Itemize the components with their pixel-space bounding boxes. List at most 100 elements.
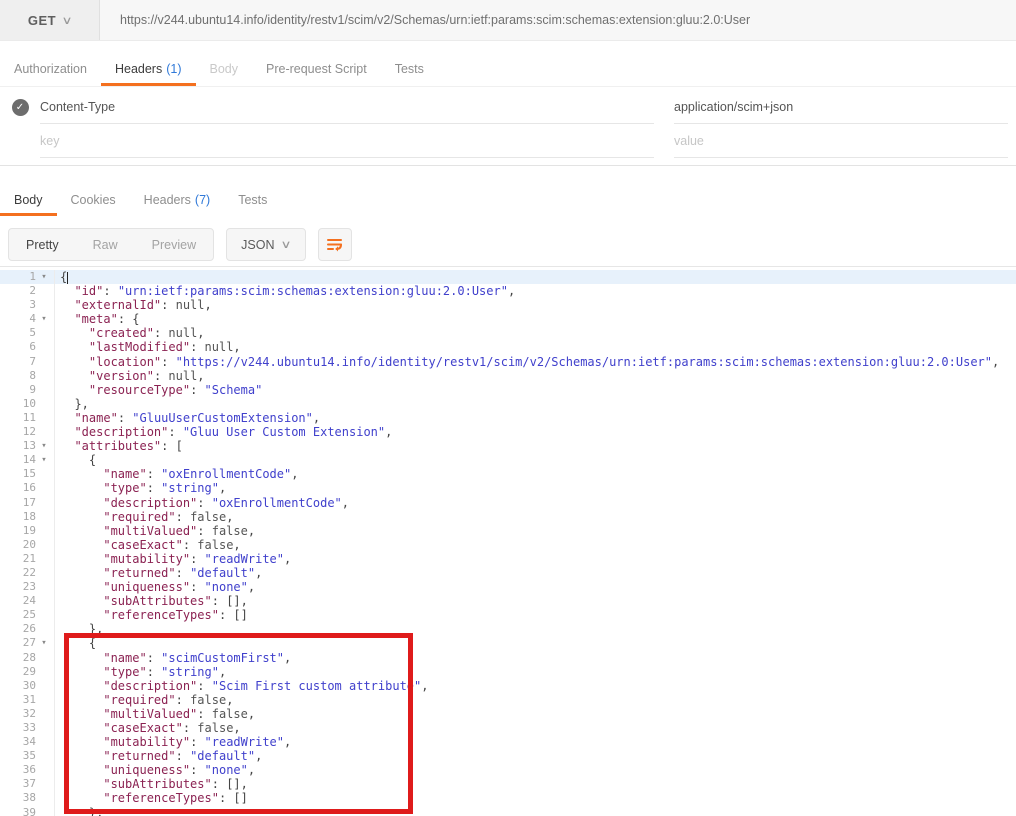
fold-spacer	[36, 651, 52, 665]
code-line: 14▾ {	[0, 453, 1016, 467]
code-line: 24 "subAttributes": [],	[0, 594, 1016, 608]
code-line: 26 },	[0, 622, 1016, 636]
header-key-input-empty[interactable]	[40, 134, 654, 148]
fold-spacer	[36, 369, 52, 383]
wrap-text-button[interactable]	[318, 228, 352, 261]
line-number: 13	[0, 439, 36, 453]
gutter: 19	[0, 524, 55, 538]
code-text: {	[55, 636, 96, 650]
gutter: 31	[0, 693, 55, 707]
language-select[interactable]: JSON ∨	[226, 228, 305, 261]
tab-request-headers[interactable]: Headers (1)	[101, 54, 196, 86]
tab-response-cookies[interactable]: Cookies	[57, 186, 130, 216]
tab-request-tests[interactable]: Tests	[381, 54, 438, 86]
fold-spacer	[36, 524, 52, 538]
code-text: "created": null,	[55, 326, 205, 340]
code-line: 8 "version": null,	[0, 369, 1016, 383]
tab-request-body[interactable]: Body	[196, 54, 253, 86]
chevron-down-icon: ∨	[61, 14, 72, 27]
fold-arrow-icon[interactable]: ▾	[36, 439, 52, 453]
header-value-input-empty[interactable]	[674, 134, 1008, 148]
fold-spacer	[36, 510, 52, 524]
line-number: 29	[0, 665, 36, 679]
line-number: 25	[0, 608, 36, 622]
fold-spacer	[36, 735, 52, 749]
tab-label: Headers	[144, 193, 191, 207]
method-label: GET	[28, 13, 56, 28]
code-text: "mutability": "readWrite",	[55, 552, 291, 566]
code-text: "required": false,	[55, 510, 233, 524]
fold-spacer	[36, 566, 52, 580]
gutter: 22	[0, 566, 55, 580]
code-line: 31 "required": false,	[0, 693, 1016, 707]
tab-count-badge: (1)	[166, 62, 181, 76]
fold-spacer	[36, 411, 52, 425]
check-icon[interactable]: ✓	[12, 99, 29, 116]
tab-response-tests[interactable]: Tests	[224, 186, 281, 216]
header-value-input[interactable]	[674, 100, 1008, 114]
tab-request-pre-request-script[interactable]: Pre-request Script	[252, 54, 381, 86]
gutter: 6	[0, 340, 55, 354]
code-text: "referenceTypes": []	[55, 608, 248, 622]
line-number: 35	[0, 749, 36, 763]
code-line: 19 "multiValued": false,	[0, 524, 1016, 538]
fold-spacer	[36, 326, 52, 340]
tab-request-authorization[interactable]: Authorization	[0, 54, 101, 86]
fold-spacer	[36, 777, 52, 791]
code-text: "returned": "default",	[55, 566, 262, 580]
tab-response-headers[interactable]: Headers(7)	[130, 186, 225, 216]
code-text: "lastModified": null,	[55, 340, 241, 354]
code-text: "multiValued": false,	[55, 524, 255, 538]
url-input[interactable]	[100, 0, 1016, 40]
code-text: "version": null,	[55, 369, 205, 383]
gutter: 27▾	[0, 636, 55, 650]
gutter: 36	[0, 763, 55, 777]
line-number: 12	[0, 425, 36, 439]
view-button-preview[interactable]: Preview	[135, 229, 213, 260]
fold-spacer	[36, 580, 52, 594]
gutter: 23	[0, 580, 55, 594]
code-line: 9 "resourceType": "Schema"	[0, 383, 1016, 397]
fold-arrow-icon[interactable]: ▾	[36, 636, 52, 650]
code-text: "description": "oxEnrollmentCode",	[55, 496, 349, 510]
code-text: "name": "scimCustomFirst",	[55, 651, 291, 665]
gutter: 4▾	[0, 312, 55, 326]
request-tabs: Authorization Headers (1) BodyPre-request S…	[0, 54, 1016, 87]
fold-arrow-icon[interactable]: ▾	[36, 453, 52, 467]
gutter: 14▾	[0, 453, 55, 467]
method-selector[interactable]: GET ∨	[0, 0, 100, 40]
code-line: 11 "name": "GluuUserCustomExtension",	[0, 411, 1016, 425]
gutter: 7	[0, 355, 55, 369]
fold-spacer	[36, 665, 52, 679]
fold-arrow-icon[interactable]: ▾	[36, 270, 52, 284]
code-line: 25 "referenceTypes": []	[0, 608, 1016, 622]
header-row-empty: ✓	[0, 124, 1016, 158]
gutter: 37	[0, 777, 55, 791]
code-line: 12 "description": "Gluu User Custom Exte…	[0, 425, 1016, 439]
code-text: "meta": {	[55, 312, 140, 326]
tab-response-body[interactable]: Body	[0, 186, 57, 216]
line-number: 18	[0, 510, 36, 524]
header-key-input[interactable]	[40, 100, 654, 114]
code-text: "mutability": "readWrite",	[55, 735, 291, 749]
code-text: "externalId": null,	[55, 298, 212, 312]
code-line: 29 "type": "string",	[0, 665, 1016, 679]
fold-spacer	[36, 383, 52, 397]
fold-arrow-icon[interactable]: ▾	[36, 312, 52, 326]
view-button-raw[interactable]: Raw	[76, 229, 135, 260]
code-line: 4▾ "meta": {	[0, 312, 1016, 326]
code-editor[interactable]: 1▾{2 "id": "urn:ietf:params:scim:schemas…	[0, 266, 1016, 816]
tab-label: Headers	[115, 62, 162, 76]
code-line: 35 "returned": "default",	[0, 749, 1016, 763]
code-text: },	[55, 397, 89, 411]
code-line: 20 "caseExact": false,	[0, 538, 1016, 552]
gutter: 13▾	[0, 439, 55, 453]
view-button-pretty[interactable]: Pretty	[9, 229, 76, 260]
gutter: 5	[0, 326, 55, 340]
line-number: 32	[0, 707, 36, 721]
code-line: 5 "created": null,	[0, 326, 1016, 340]
code-text: "location": "https://v244.ubuntu14.info/…	[55, 355, 999, 369]
fold-spacer	[36, 552, 52, 566]
gutter: 38	[0, 791, 55, 805]
code-line: 23 "uniqueness": "none",	[0, 580, 1016, 594]
